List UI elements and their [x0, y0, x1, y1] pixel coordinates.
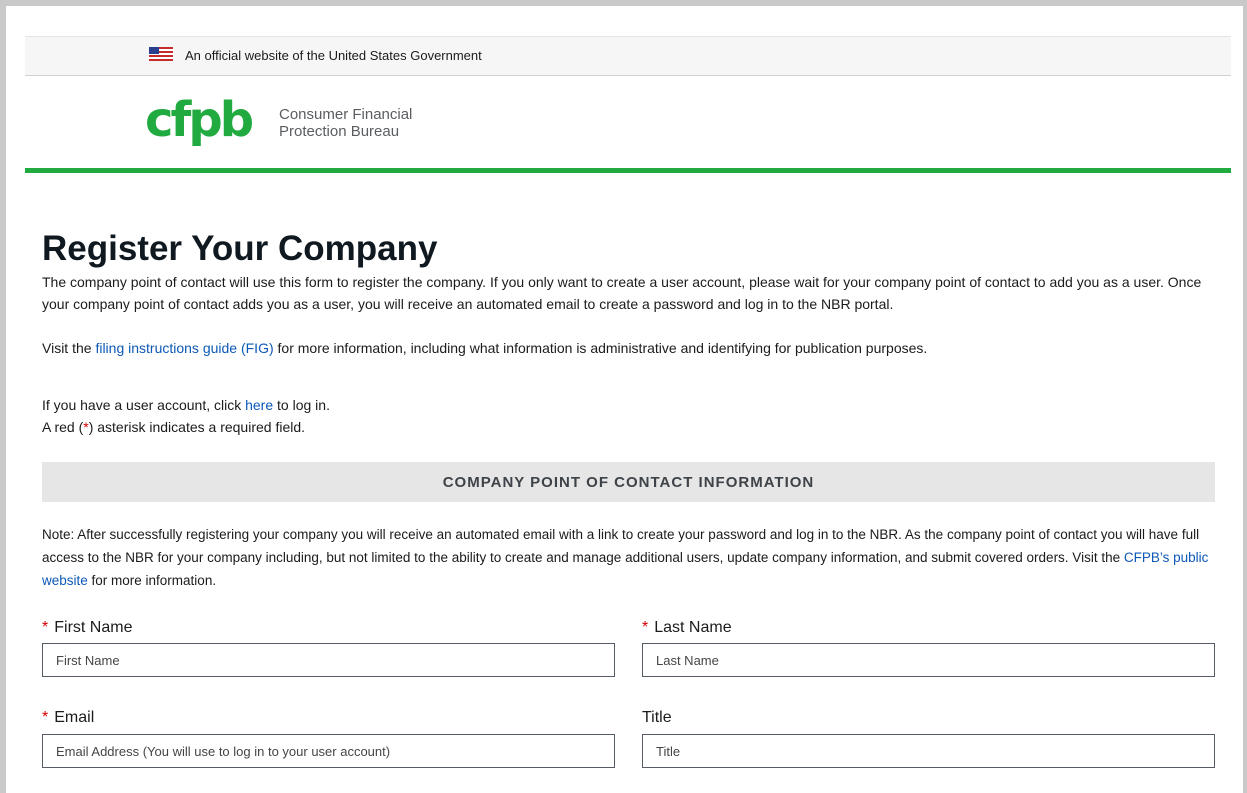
email-label-text: Email [54, 709, 95, 726]
title-label-text: Title [642, 709, 672, 726]
title-label: Title [642, 709, 672, 727]
fig-paragraph: Visit the filing instructions guide (FIG… [42, 337, 1215, 359]
logo-agency-name: Consumer Financial Protection Bureau [279, 106, 479, 140]
gov-banner-text: An official website of the United States… [185, 48, 482, 63]
last-name-label-text: Last Name [654, 619, 732, 636]
email-input[interactable] [42, 734, 615, 768]
note-text-prefix: Note: After successfully registering you… [42, 527, 1200, 565]
note-text-suffix: for more information. [87, 573, 217, 588]
first-name-label: * First Name [42, 619, 132, 637]
header-divider [25, 168, 1231, 173]
svg-text:cfpb: cfpb [145, 92, 253, 148]
login-here-link[interactable]: here [245, 397, 273, 413]
window-frame-top [0, 0, 1247, 6]
last-name-required-marker: * [642, 619, 649, 636]
cfpb-logo-mark: cfpb [145, 92, 256, 148]
fig-text-prefix: Visit the [42, 340, 96, 356]
logo-line-2: Protection Bureau [279, 123, 400, 140]
fig-link[interactable]: filing instructions guide (FIG) [95, 340, 273, 356]
title-input[interactable] [642, 734, 1215, 768]
intro-paragraph: The company point of contact will use th… [42, 274, 1202, 312]
fig-text-suffix: for more information, including what inf… [273, 340, 928, 356]
page-title: Register Your Company [42, 229, 438, 268]
last-name-input[interactable] [642, 643, 1215, 677]
section-header: COMPANY POINT OF CONTACT INFORMATION [42, 462, 1215, 502]
login-text-suffix: to log in. [273, 397, 330, 413]
login-paragraph: If you have a user account, click here t… [42, 394, 1215, 416]
first-name-label-text: First Name [54, 619, 133, 636]
login-text-prefix: If you have a user account, click [42, 397, 246, 413]
last-name-label: * Last Name [642, 619, 732, 637]
logo-line-1: Consumer Financial [279, 106, 413, 123]
required-note: A red (*) asterisk indicates a required … [42, 416, 1215, 438]
window-frame-right [1243, 0, 1247, 793]
us-flag-icon [149, 47, 173, 61]
gov-banner: An official website of the United States… [25, 36, 1231, 76]
email-label: * Email [42, 709, 94, 727]
required-text-suffix: ) asterisk indicates a required field. [88, 419, 306, 435]
first-name-required-marker: * [42, 619, 49, 636]
first-name-input[interactable] [42, 643, 615, 677]
email-required-marker: * [42, 709, 49, 726]
required-text-prefix: A red ( [42, 419, 84, 435]
main-content: Register Your Company The company point … [42, 228, 1215, 438]
section-note: Note: After successfully registering you… [42, 523, 1215, 592]
window-frame-left [0, 0, 6, 793]
